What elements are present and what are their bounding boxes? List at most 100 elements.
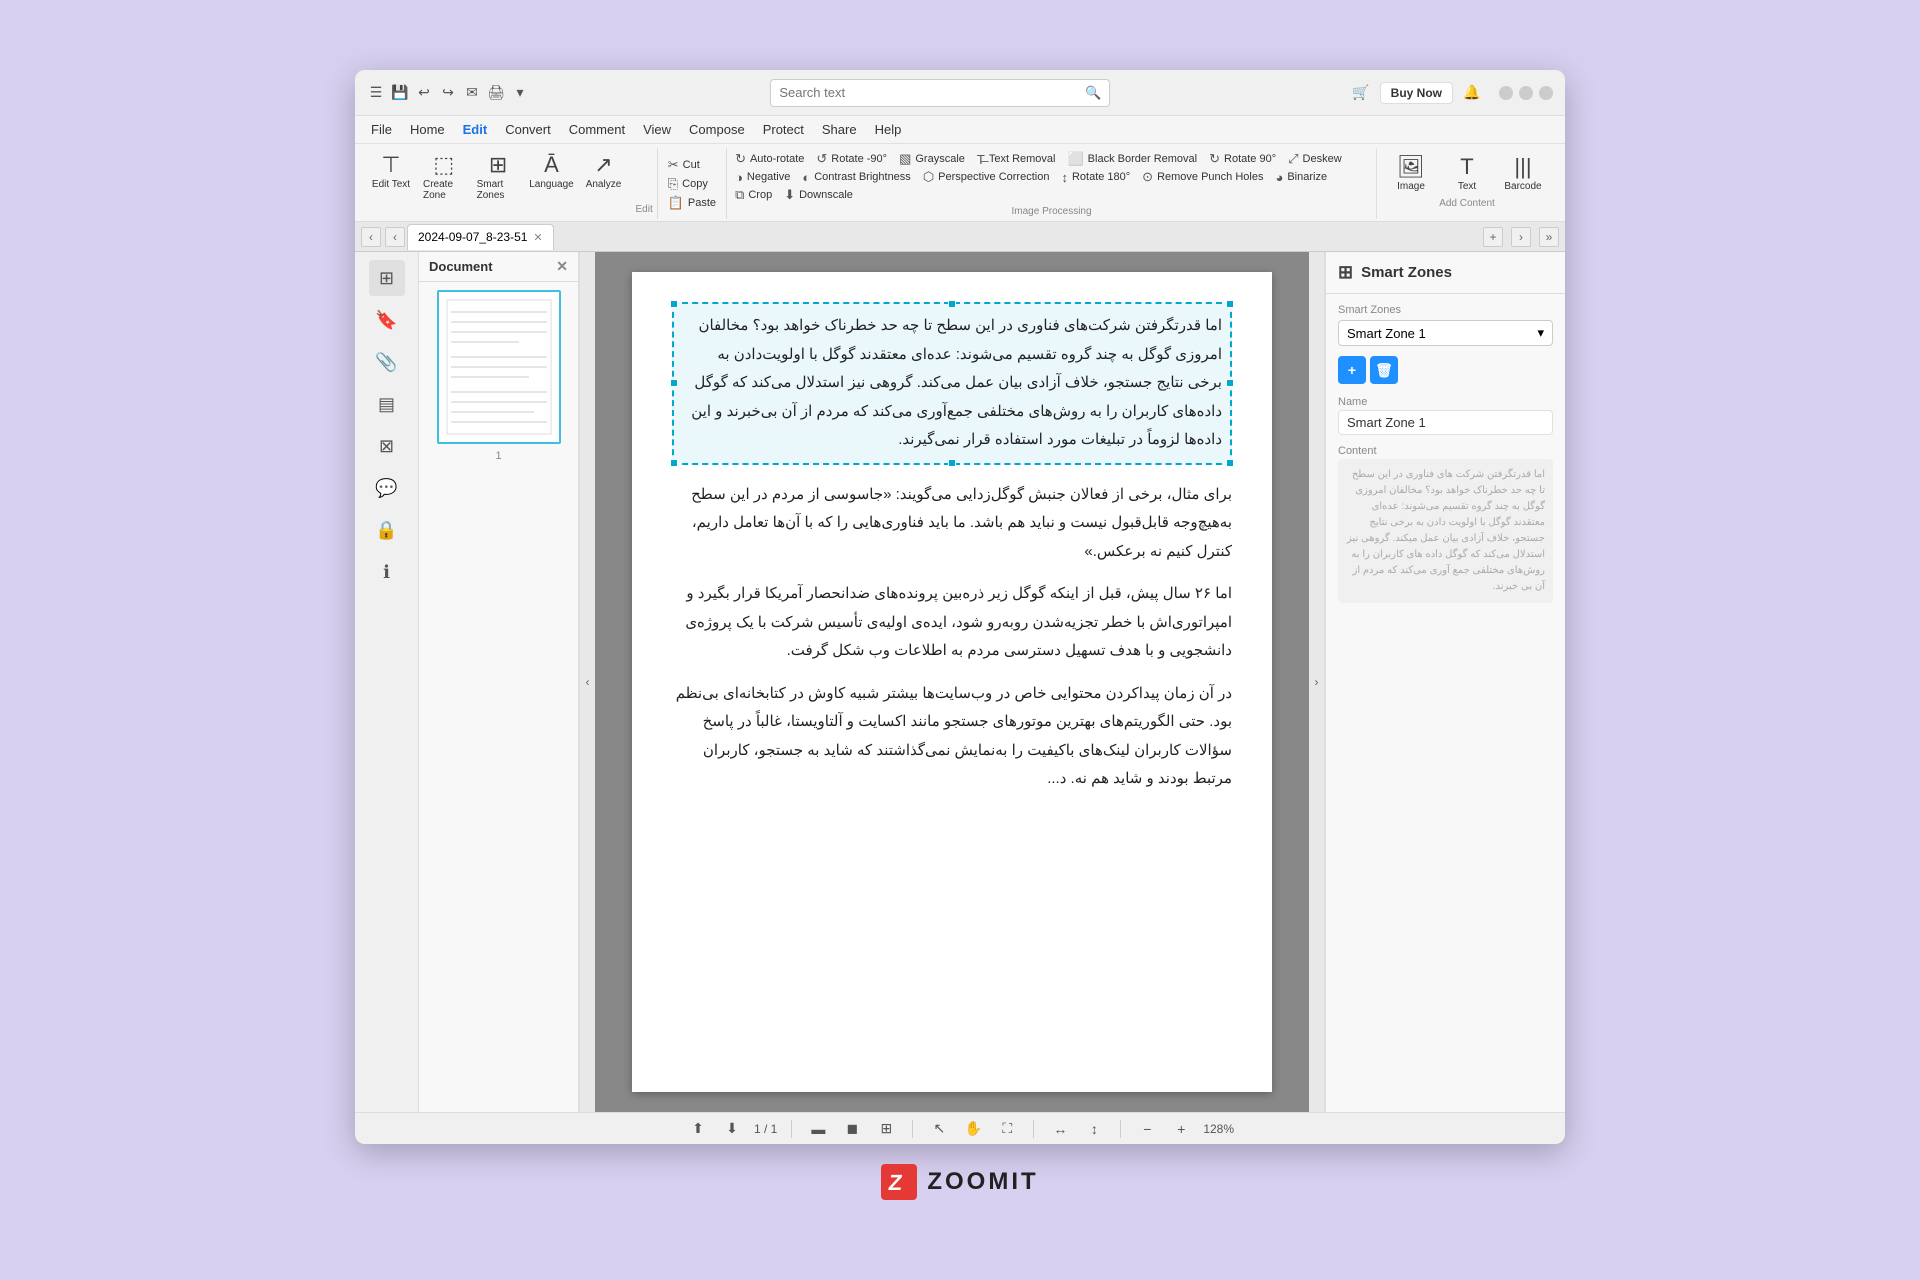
- add-zone-button[interactable]: +: [1338, 356, 1366, 384]
- black-border-removal-label: Black Border Removal: [1088, 153, 1197, 165]
- menu-help[interactable]: Help: [867, 120, 910, 139]
- grayscale-button[interactable]: ▧ Grayscale: [897, 150, 967, 168]
- binarize-button[interactable]: ◕ Binarize: [1273, 168, 1329, 186]
- menu-share[interactable]: Share: [814, 120, 865, 139]
- expand-right-panel-button[interactable]: ›: [1309, 252, 1325, 1112]
- document-tab[interactable]: 2024-09-07_8-23-51 ✕: [407, 224, 554, 250]
- selection-handle-top-left[interactable]: [670, 300, 678, 308]
- menu-convert[interactable]: Convert: [497, 120, 559, 139]
- analyze-button[interactable]: ↗ Analyze: [580, 150, 628, 217]
- tab-nav-left[interactable]: ‹: [361, 227, 381, 247]
- perspective-correction-button[interactable]: ⬡ Perspective Correction: [921, 168, 1052, 186]
- rotate-180-button[interactable]: ↕ Rotate 180°: [1059, 168, 1132, 186]
- undo-icon[interactable]: ↩: [415, 84, 433, 102]
- crop-button[interactable]: ⧉ Crop: [733, 186, 774, 204]
- sidebar-ocr[interactable]: ⊠: [369, 428, 405, 464]
- negative-button[interactable]: ◑ Negative: [733, 168, 792, 186]
- rotate-neg90-button[interactable]: ↺ Rotate -90°: [814, 150, 889, 168]
- text-removal-button[interactable]: T̶ Text Removal: [975, 150, 1058, 168]
- menu-home[interactable]: Home: [402, 120, 453, 139]
- thumbnail-area: 1: [419, 282, 578, 1112]
- selection-handle-top-mid[interactable]: [948, 300, 956, 308]
- black-border-removal-button[interactable]: ⬜ Black Border Removal: [1065, 150, 1199, 168]
- tab-add-button[interactable]: +: [1483, 227, 1503, 247]
- sidebar-attachments[interactable]: 📎: [369, 344, 405, 380]
- thumbnail-item[interactable]: [437, 290, 561, 444]
- language-button[interactable]: Ā Language: [528, 150, 576, 217]
- single-page-view-button[interactable]: ▬: [806, 1117, 830, 1141]
- selection-handle-top-right[interactable]: [1226, 300, 1234, 308]
- auto-rotate-button[interactable]: ↻ Auto-rotate: [733, 150, 806, 168]
- close-button[interactable]: ✕: [1539, 86, 1553, 100]
- rotate-90-button[interactable]: ↻ Rotate 90°: [1207, 150, 1278, 168]
- scroll-up-button[interactable]: ⬆: [686, 1117, 710, 1141]
- add-image-button[interactable]: 🖼 Image: [1387, 152, 1435, 194]
- tab-close-button[interactable]: ✕: [533, 231, 542, 244]
- menu-file[interactable]: File: [363, 120, 400, 139]
- selection-handle-mid-left[interactable]: [670, 379, 678, 387]
- fit-height-button[interactable]: ↕: [1082, 1117, 1106, 1141]
- menu-view[interactable]: View: [635, 120, 679, 139]
- search-icon[interactable]: 🔍: [1085, 85, 1101, 101]
- selected-text-region[interactable]: اما قدرتگرفتن شرکت‌های فناوری در این سطح…: [672, 302, 1232, 465]
- selection-handle-bottom-mid[interactable]: [948, 459, 956, 467]
- sidebar-comments[interactable]: 💬: [369, 470, 405, 506]
- save-icon[interactable]: 💾: [391, 84, 409, 102]
- sidebar-layers[interactable]: ▤: [369, 386, 405, 422]
- hand-tool-button[interactable]: ✋: [961, 1117, 985, 1141]
- selection-handle-bottom-left[interactable]: [670, 459, 678, 467]
- tab-nav-end[interactable]: »: [1539, 227, 1559, 247]
- dropdown-icon[interactable]: ▾: [511, 84, 529, 102]
- copy-button[interactable]: ⎘ Copy: [666, 175, 718, 193]
- menu-comment[interactable]: Comment: [561, 120, 633, 139]
- email-icon[interactable]: ✉: [463, 84, 481, 102]
- text-removal-icon: T̶: [977, 152, 985, 167]
- add-barcode-button[interactable]: ||| Barcode: [1499, 152, 1547, 194]
- add-text-button[interactable]: T Text: [1443, 152, 1491, 194]
- menu-compose[interactable]: Compose: [681, 120, 753, 139]
- thumbnail-panel: Document ✕: [419, 252, 579, 1112]
- remove-punch-holes-button[interactable]: ⊙ Remove Punch Holes: [1140, 168, 1265, 186]
- paste-button[interactable]: 📋 Paste: [666, 194, 718, 212]
- menu-edit[interactable]: Edit: [455, 120, 496, 139]
- edit-text-icon: ⊤: [381, 152, 400, 178]
- edit-text-button[interactable]: ⊤ Edit Text: [367, 150, 415, 217]
- maximize-button[interactable]: □: [1519, 86, 1533, 100]
- minimize-button[interactable]: —: [1499, 86, 1513, 100]
- zoom-in-button[interactable]: +: [1169, 1117, 1193, 1141]
- sidebar-thumbnails[interactable]: ⊞: [369, 260, 405, 296]
- sidebar-bookmarks[interactable]: 🔖: [369, 302, 405, 338]
- thumbnail-close-button[interactable]: ✕: [556, 258, 568, 275]
- bell-icon[interactable]: 🔔: [1463, 84, 1481, 102]
- select-tool-button[interactable]: ↖: [927, 1117, 951, 1141]
- cart-icon[interactable]: 🛒: [1352, 84, 1370, 102]
- downscale-icon: ⬇: [784, 187, 795, 203]
- hamburger-icon[interactable]: ☰: [367, 84, 385, 102]
- fit-width-button[interactable]: ↔: [1048, 1117, 1072, 1141]
- fullscreen-button[interactable]: ⛶: [995, 1117, 1019, 1141]
- deskew-button[interactable]: ⤢ Deskew: [1286, 150, 1344, 168]
- tab-nav-right[interactable]: ›: [1511, 227, 1531, 247]
- delete-zone-button[interactable]: 🗑: [1370, 356, 1398, 384]
- print-icon[interactable]: 🖨: [487, 84, 505, 102]
- downscale-button[interactable]: ⬇ Downscale: [782, 186, 855, 204]
- selection-handle-bottom-right[interactable]: [1226, 459, 1234, 467]
- collapse-panel-button[interactable]: ‹: [579, 252, 595, 1112]
- menu-protect[interactable]: Protect: [755, 120, 812, 139]
- search-input[interactable]: [779, 85, 1085, 100]
- cut-button[interactable]: ✂ Cut: [666, 156, 718, 174]
- redo-icon[interactable]: ↪: [439, 84, 457, 102]
- smart-zone-dropdown[interactable]: Smart Zone 1 ▾: [1338, 320, 1553, 346]
- sidebar-info[interactable]: ℹ: [369, 554, 405, 590]
- contrast-brightness-button[interactable]: ◐ Contrast Brightness: [800, 168, 912, 186]
- scroll-down-button[interactable]: ⬇: [720, 1117, 744, 1141]
- buy-now-button[interactable]: Buy Now: [1380, 82, 1453, 104]
- create-zone-button[interactable]: ⬚ Create Zone: [419, 150, 469, 217]
- selection-handle-mid-right[interactable]: [1226, 379, 1234, 387]
- fit-page-button[interactable]: ◼: [840, 1117, 864, 1141]
- smart-zones-button[interactable]: ⊞ Smart Zones: [473, 150, 524, 217]
- sidebar-security[interactable]: 🔒: [369, 512, 405, 548]
- tab-nav-back[interactable]: ‹: [385, 227, 405, 247]
- zoom-out-button[interactable]: −: [1135, 1117, 1159, 1141]
- grid-view-button[interactable]: ⊞: [874, 1117, 898, 1141]
